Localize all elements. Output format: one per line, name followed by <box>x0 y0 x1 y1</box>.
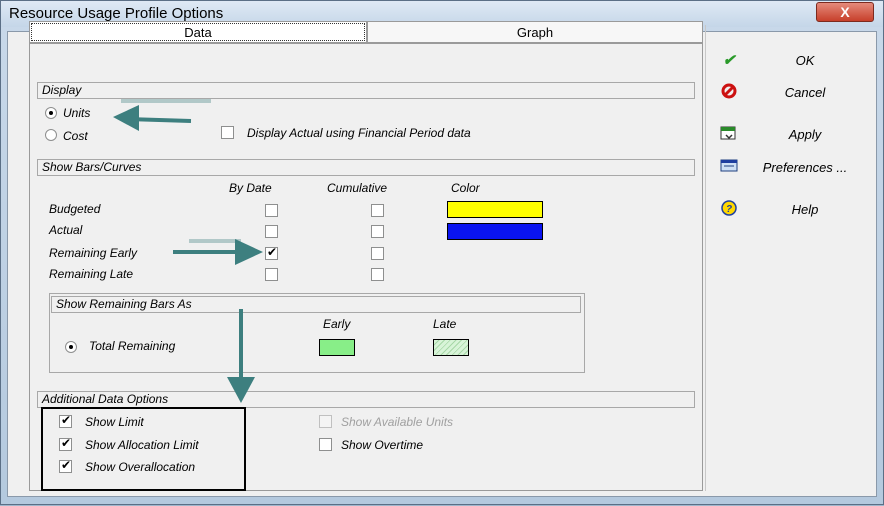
show-available-units-label: Show Available Units <box>341 415 454 429</box>
total-remaining-radio[interactable] <box>65 341 77 353</box>
tab-data[interactable]: Data <box>29 21 367 43</box>
financial-period-checkbox[interactable] <box>221 126 234 139</box>
budgeted-by-date-checkbox[interactable] <box>265 204 278 217</box>
show-overtime-checkbox[interactable] <box>319 438 332 451</box>
remaining-late-by-date-checkbox[interactable] <box>265 268 278 281</box>
units-label: Units <box>63 106 91 120</box>
help-icon: ? <box>719 200 739 220</box>
options-dialog: Resource Usage Profile Options X Data Gr… <box>0 0 884 505</box>
budgeted-color-swatch[interactable] <box>447 201 543 218</box>
preferences-icon <box>719 158 739 178</box>
remaining-early-label: Remaining Early <box>49 246 138 260</box>
highlight-box <box>41 407 246 491</box>
svg-text:?: ? <box>726 204 732 215</box>
apply-button[interactable]: Apply <box>711 123 869 147</box>
financial-period-label: Display Actual using Financial Period da… <box>247 126 471 140</box>
cancel-button[interactable]: Cancel <box>711 81 869 105</box>
show-available-units-checkbox[interactable] <box>319 415 332 428</box>
col-by-date: By Date <box>229 181 272 195</box>
late-col-label: Late <box>433 317 457 331</box>
display-section-header: Display <box>37 82 695 99</box>
additional-options-header: Additional Data Options <box>37 391 695 408</box>
units-radio[interactable] <box>45 107 57 119</box>
col-cumulative: Cumulative <box>327 181 388 195</box>
checkmark-icon: ✔ <box>722 52 736 69</box>
actual-color-swatch[interactable] <box>447 223 543 240</box>
close-icon: X <box>840 4 850 20</box>
early-col-label: Early <box>323 317 351 331</box>
preferences-button[interactable]: Preferences ... <box>711 156 869 180</box>
remaining-early-by-date-checkbox[interactable] <box>265 245 278 260</box>
remaining-bars-header: Show Remaining Bars As <box>51 296 581 313</box>
apply-icon <box>719 125 739 145</box>
cost-radio[interactable] <box>45 129 57 141</box>
tab-graph[interactable]: Graph <box>367 21 703 43</box>
cancel-icon <box>719 83 739 103</box>
bars-section-header: Show Bars/Curves <box>37 159 695 176</box>
actual-label: Actual <box>49 223 83 237</box>
col-color: Color <box>451 181 480 195</box>
actual-cumulative-checkbox[interactable] <box>371 225 384 238</box>
remaining-late-label: Remaining Late <box>49 267 134 281</box>
early-color-swatch[interactable] <box>319 339 355 356</box>
budgeted-label: Budgeted <box>49 202 101 216</box>
cost-label: Cost <box>63 129 88 143</box>
window-title: Resource Usage Profile Options <box>9 5 224 22</box>
budgeted-cumulative-checkbox[interactable] <box>371 204 384 217</box>
remaining-early-cumulative-checkbox[interactable] <box>371 247 384 260</box>
late-color-swatch[interactable] <box>433 339 469 356</box>
ok-button[interactable]: ✔ OK <box>711 49 869 73</box>
button-column-divider <box>705 25 706 491</box>
remaining-late-cumulative-checkbox[interactable] <box>371 268 384 281</box>
show-overtime-label: Show Overtime <box>341 438 424 452</box>
close-button[interactable]: X <box>816 2 874 22</box>
help-button[interactable]: ? Help <box>711 198 869 222</box>
actual-by-date-checkbox[interactable] <box>265 225 278 238</box>
total-remaining-label: Total Remaining <box>89 339 176 353</box>
